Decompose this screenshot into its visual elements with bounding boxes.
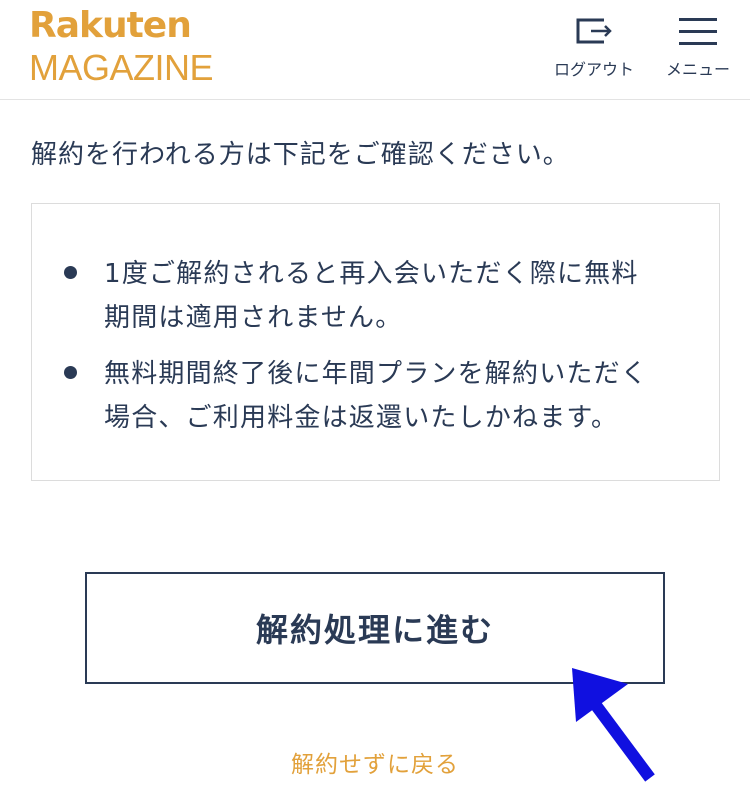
logo-text-rakuten: Rakuten	[29, 5, 192, 46]
menu-button[interactable]: メニュー	[664, 16, 732, 80]
notice-text: 1度ご解約されると再入会いただく際に無料期間は適用されません。	[104, 259, 639, 333]
logout-icon	[576, 18, 612, 44]
hamburger-menu-icon	[679, 18, 717, 45]
logout-label: ログアウト	[553, 60, 634, 79]
notice-item: 無料期間終了後に年間プランを解約いただく場合、ご利用料金は返還いたしかねます。	[64, 352, 664, 440]
notice-text: 無料期間終了後に年間プランを解約いただく場合、ご利用料金は返還いたしかねます。	[104, 359, 649, 433]
header: Rakuten MAGAZINE ログアウト メニュー	[0, 0, 750, 100]
back-without-cancel-link[interactable]: 解約せずに戻る	[0, 745, 750, 779]
proceed-cancellation-button[interactable]: 解約処理に進む	[85, 572, 665, 684]
page: Rakuten MAGAZINE ログアウト メニュー 解約を行われる方は下記を…	[0, 0, 750, 807]
menu-label: メニュー	[665, 60, 730, 79]
logo-text-magazine: MAGAZINE	[29, 47, 214, 88]
bullet-icon	[64, 366, 77, 379]
rakuten-magazine-logo[interactable]: Rakuten MAGAZINE	[29, 5, 214, 88]
notice-item: 1度ご解約されると再入会いただく際に無料期間は適用されません。	[64, 252, 664, 340]
notice-list: 1度ご解約されると再入会いただく際に無料期間は適用されません。 無料期間終了後に…	[64, 252, 664, 452]
logout-button[interactable]: ログアウト	[552, 16, 636, 80]
notice-box: 1度ご解約されると再入会いただく際に無料期間は適用されません。 無料期間終了後に…	[31, 203, 720, 481]
intro-text: 解約を行われる方は下記をご確認ください。	[31, 140, 570, 170]
bullet-icon	[64, 266, 77, 279]
